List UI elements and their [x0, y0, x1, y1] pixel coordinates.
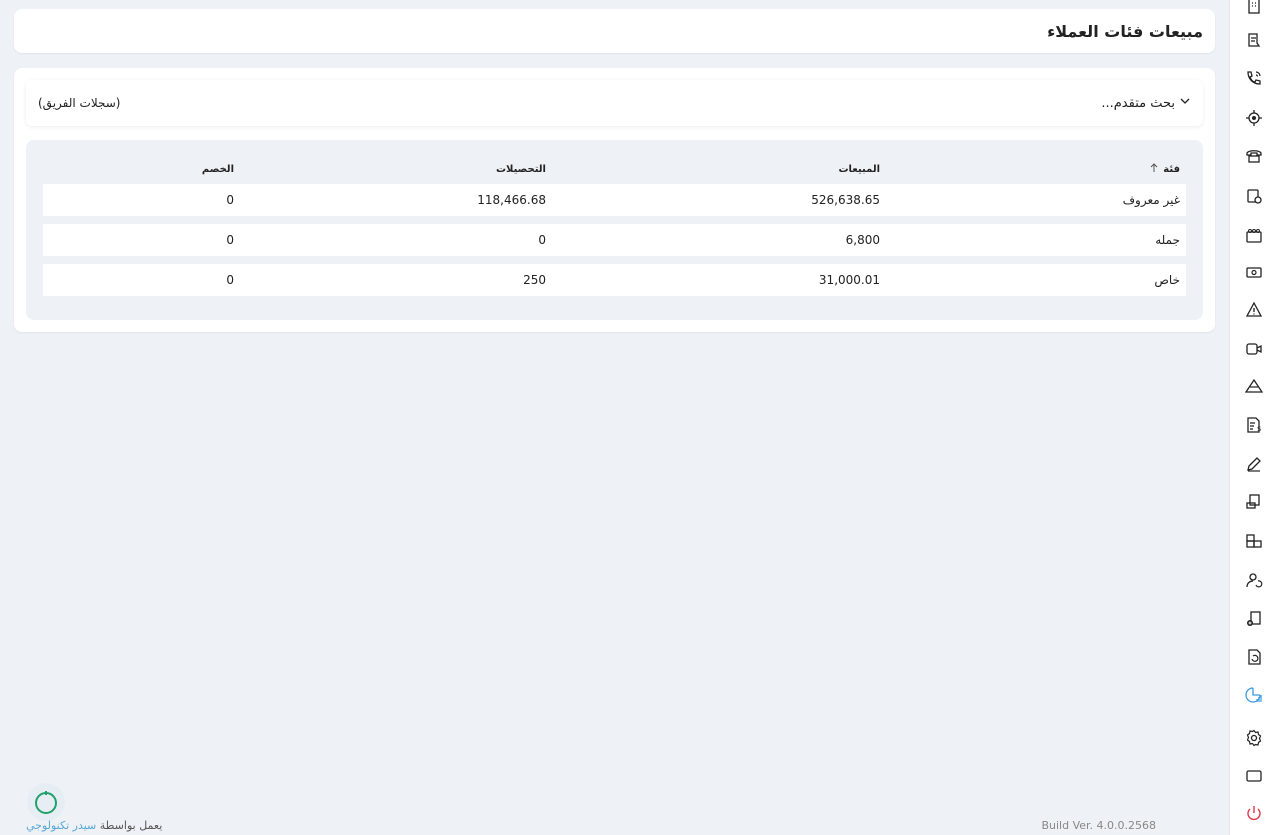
main-area: مبيعات فئات العملاء بحث متقدم... (سجلات …: [0, 0, 1229, 835]
loading-spinner-icon: [27, 783, 65, 821]
ticket-icon[interactable]: [1244, 30, 1264, 50]
location-target-icon[interactable]: [1244, 108, 1264, 128]
cash-icon[interactable]: [1244, 262, 1264, 282]
cell-collections: 118,466.68: [477, 193, 546, 207]
advanced-search-bar: بحث متقدم... (سجلات الفريق): [26, 80, 1203, 126]
mountain-icon[interactable]: [1244, 376, 1264, 396]
cell-sales: 6,800: [845, 233, 880, 247]
advanced-search-toggle[interactable]: بحث متقدم...: [1101, 95, 1191, 111]
svg-text:$: $: [1257, 425, 1261, 433]
document-gear-icon[interactable]: [1244, 186, 1264, 206]
chevron-down-icon: [1179, 95, 1191, 111]
cell-collections: 0: [538, 233, 546, 247]
column-header-discount[interactable]: الخصم: [43, 164, 240, 175]
phone-call-icon[interactable]: [1244, 68, 1264, 88]
page-header: مبيعات فئات العملاء: [14, 9, 1215, 53]
page-title: مبيعات فئات العملاء: [1047, 21, 1203, 41]
sort-arrow-up-icon: [1149, 162, 1159, 176]
report-card: بحث متقدم... (سجلات الفريق) فئة المبيعات…: [14, 68, 1215, 332]
table-header: فئة المبيعات التحصيلات الخصم: [43, 154, 1186, 184]
cell-sales: 31,000.01: [818, 273, 880, 287]
chart-report-icon[interactable]: [1244, 685, 1264, 705]
cell-category: غير معروف: [1122, 193, 1180, 207]
settings-icon[interactable]: [1244, 728, 1264, 748]
powered-by-link[interactable]: سيدر تكنولوجي: [26, 819, 96, 832]
user-refresh-icon[interactable]: [1244, 570, 1264, 590]
cell-category: خاص: [1154, 273, 1180, 287]
column-header-sales[interactable]: المبيعات: [552, 164, 886, 175]
invoice-icon[interactable]: $: [1244, 415, 1264, 435]
advanced-search-label: بحث متقدم...: [1101, 95, 1175, 111]
power-icon[interactable]: [1244, 803, 1264, 823]
table-row[interactable]: غير معروف 526,638.65 118,466.68 0: [43, 184, 1186, 216]
document-refresh-icon[interactable]: [1244, 647, 1264, 667]
cell-sales: 526,638.65: [811, 193, 880, 207]
table-row[interactable]: جمله 6,800 0 0: [43, 224, 1186, 256]
truck-document-icon[interactable]: [1244, 492, 1264, 512]
document-add-icon[interactable]: [1244, 609, 1264, 629]
film-reel-icon[interactable]: [1244, 226, 1264, 246]
sidebar-nav: $: [1229, 0, 1276, 835]
pen-icon[interactable]: [1244, 454, 1264, 474]
cell-discount: 0: [226, 193, 234, 207]
sales-table: فئة المبيعات التحصيلات الخصم غير معروف 5…: [26, 140, 1203, 320]
table-row[interactable]: خاص 31,000.01 250 0: [43, 264, 1186, 296]
building-icon[interactable]: [1244, 0, 1264, 16]
warning-icon[interactable]: [1244, 300, 1264, 320]
build-version: Build Ver. 4.0.0.2568: [1041, 819, 1156, 832]
video-call-icon[interactable]: [1244, 339, 1264, 359]
cell-discount: 0: [226, 233, 234, 247]
screen-icon[interactable]: [1244, 766, 1264, 786]
cell-discount: 0: [226, 273, 234, 287]
column-header-category[interactable]: فئة: [886, 162, 1186, 176]
team-records-toggle[interactable]: (سجلات الفريق): [38, 96, 120, 110]
boxes-icon[interactable]: [1244, 531, 1264, 551]
powered-by-prefix: يعمل بواسطة: [99, 819, 163, 832]
cell-category: جمله: [1155, 233, 1180, 247]
column-header-collections[interactable]: التحصيلات: [240, 164, 552, 175]
column-header-category-label: فئة: [1163, 163, 1180, 175]
cell-collections: 250: [523, 273, 546, 287]
telephone-icon[interactable]: [1244, 146, 1264, 166]
